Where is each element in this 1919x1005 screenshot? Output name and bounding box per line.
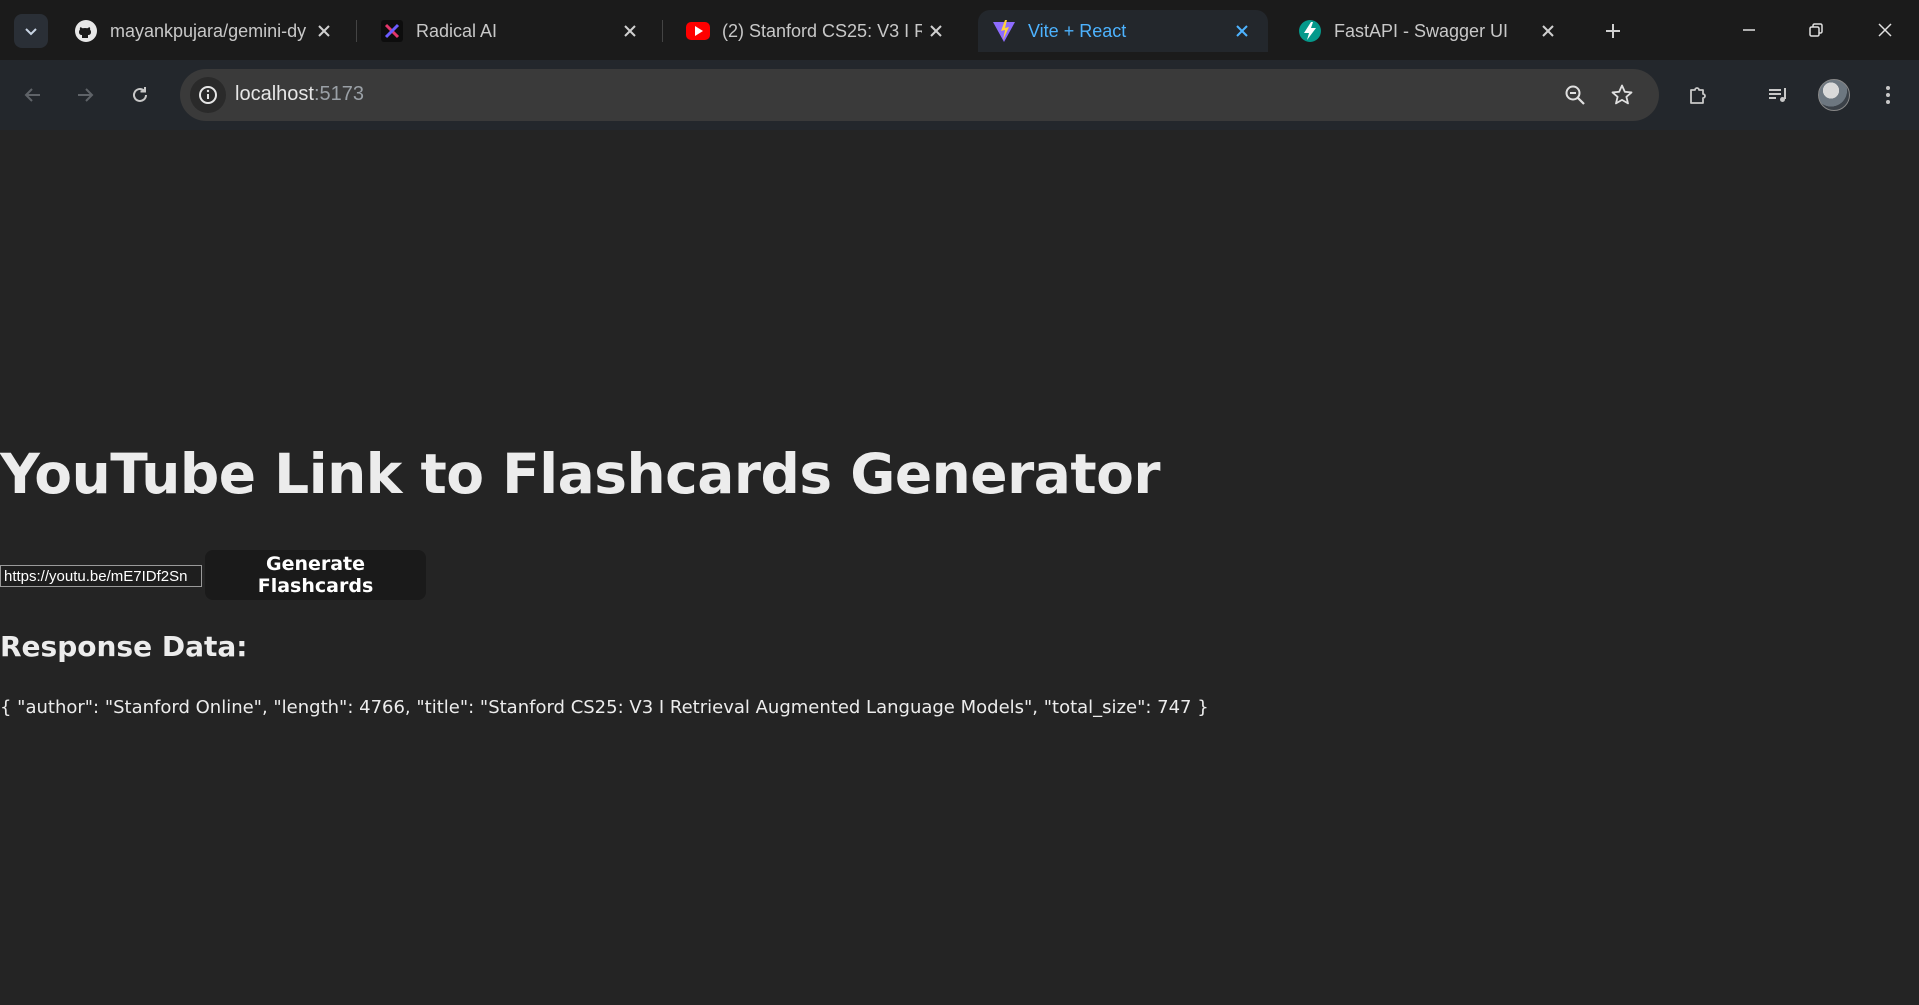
youtube-icon bbox=[686, 19, 710, 43]
restore-button[interactable] bbox=[1793, 10, 1839, 50]
close-tab-icon[interactable] bbox=[1534, 17, 1562, 45]
close-icon bbox=[1878, 23, 1892, 37]
info-icon bbox=[199, 86, 217, 104]
github-icon bbox=[74, 19, 98, 43]
zoom-button[interactable] bbox=[1558, 78, 1592, 112]
generate-flashcards-button[interactable]: Generate Flashcards bbox=[205, 550, 426, 600]
media-controls-button[interactable] bbox=[1759, 76, 1797, 114]
extensions-button[interactable] bbox=[1680, 76, 1718, 114]
tab-radical-ai[interactable]: Radical AI bbox=[366, 10, 656, 52]
bookmark-button[interactable] bbox=[1605, 78, 1639, 112]
browser-chrome: mayankpujara/gemini-dy Radical AI (2) St… bbox=[0, 0, 1919, 130]
zoom-out-icon bbox=[1565, 85, 1585, 105]
queue-music-icon bbox=[1769, 88, 1786, 102]
plus-icon bbox=[1606, 24, 1620, 38]
minimize-button[interactable] bbox=[1726, 10, 1772, 50]
back-button[interactable] bbox=[14, 76, 52, 114]
youtube-link-input[interactable] bbox=[0, 565, 202, 587]
tab-search-button[interactable] bbox=[14, 14, 48, 48]
page-title: YouTube Link to Flashcards Generator bbox=[0, 442, 1161, 506]
tab-separator bbox=[356, 20, 357, 42]
tab-strip: mayankpujara/gemini-dy Radical AI (2) St… bbox=[0, 0, 1919, 60]
browser-menu-button[interactable] bbox=[1869, 76, 1907, 114]
url-text: localhost:5173 bbox=[235, 83, 364, 106]
vite-icon bbox=[992, 19, 1016, 43]
star-icon bbox=[1611, 84, 1633, 105]
restore-icon bbox=[1809, 23, 1823, 37]
puzzle-icon bbox=[1690, 87, 1706, 104]
tab-fastapi[interactable]: FastAPI - Swagger UI bbox=[1284, 10, 1574, 52]
tab-title: Vite + React bbox=[1028, 20, 1127, 41]
more-vert-icon bbox=[1886, 86, 1890, 104]
close-window-button[interactable] bbox=[1862, 10, 1908, 50]
close-tab-icon[interactable] bbox=[1228, 17, 1256, 45]
profile-avatar[interactable] bbox=[1818, 79, 1850, 111]
address-bar[interactable]: localhost:5173 bbox=[180, 69, 1659, 121]
forward-button[interactable] bbox=[66, 76, 104, 114]
arrow-right-icon bbox=[78, 88, 94, 102]
reload-button[interactable] bbox=[121, 76, 159, 114]
site-info-button[interactable] bbox=[190, 77, 226, 113]
new-tab-button[interactable] bbox=[1596, 14, 1630, 48]
tab-separator bbox=[662, 20, 663, 42]
chevron-down-icon bbox=[25, 28, 37, 36]
tab-youtube[interactable]: (2) Stanford CS25: V3 I Re bbox=[672, 10, 962, 52]
page-content: YouTube Link to Flashcards Generator Gen… bbox=[0, 130, 1919, 1005]
url-port: :5173 bbox=[313, 83, 364, 105]
fastapi-icon bbox=[1298, 19, 1322, 43]
tab-title: Radical AI bbox=[416, 20, 498, 41]
response-heading: Response Data: bbox=[0, 630, 248, 663]
tab-title: mayankpujara/gemini-dy bbox=[110, 20, 307, 41]
tab-title: FastAPI - Swagger UI bbox=[1334, 20, 1509, 41]
radical-ai-icon bbox=[380, 19, 404, 43]
tab-title: (2) Stanford CS25: V3 I Re bbox=[722, 20, 922, 41]
close-tab-icon[interactable] bbox=[310, 17, 338, 45]
browser-toolbar: localhost:5173 bbox=[0, 60, 1919, 130]
minimize-icon bbox=[1743, 29, 1755, 31]
response-data-text: { "author": "Stanford Online", "length":… bbox=[0, 697, 1209, 718]
close-tab-icon[interactable] bbox=[616, 17, 644, 45]
reload-icon bbox=[133, 87, 147, 102]
url-host: localhost bbox=[235, 83, 314, 105]
tab-github[interactable]: mayankpujara/gemini-dy bbox=[60, 10, 350, 52]
arrow-left-icon bbox=[24, 88, 40, 102]
tab-vite-react[interactable]: Vite + React bbox=[978, 10, 1268, 52]
close-tab-icon[interactable] bbox=[922, 17, 950, 45]
